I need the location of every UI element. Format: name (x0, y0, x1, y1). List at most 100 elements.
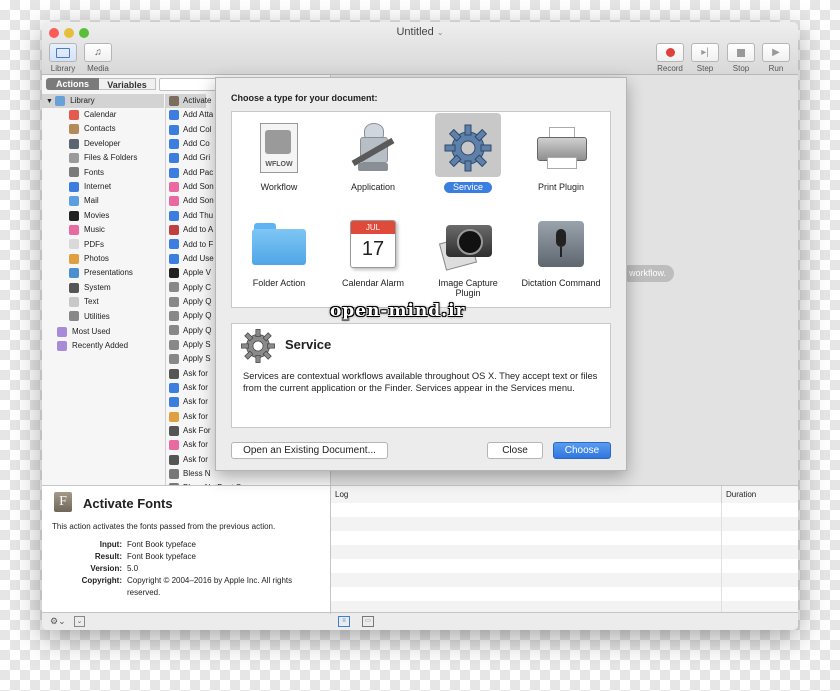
log-pane (331, 503, 798, 615)
log-column-header[interactable]: Log (335, 490, 348, 499)
action-icon (169, 268, 179, 279)
category-icon (69, 268, 79, 279)
copyright-value: Copyright © 2004–2016 by Apple Inc. All … (127, 576, 293, 597)
sidebar-item-label: Recently Added (72, 341, 129, 351)
sidebar-item-label: Utilities (84, 311, 110, 321)
category-icon (69, 210, 79, 221)
sidebar-item-presentations[interactable]: Presentations (69, 266, 133, 280)
action-label: Apply S (183, 339, 211, 349)
category-icon (69, 297, 79, 308)
sidebar-item-text[interactable]: Text (69, 295, 99, 309)
library-folder-icon (55, 95, 66, 106)
action-label: Ask For (183, 426, 211, 436)
action-label: Add Use (183, 253, 214, 263)
sidebar-item-developer[interactable]: Developer (69, 137, 120, 151)
sidebar-item-calendar[interactable]: Calendar (69, 108, 116, 122)
sidebar-item-label: Photos (84, 254, 109, 263)
action-icon (169, 382, 179, 393)
calendar-day: 17 (361, 238, 385, 260)
sidebar-item-contacts[interactable]: Contacts (69, 122, 116, 136)
run-button[interactable]: ▶ Run (761, 43, 791, 73)
choose-button[interactable]: Choose (553, 442, 611, 459)
sidebar-item-fonts[interactable]: Fonts (69, 166, 104, 180)
sidebar-item-internet[interactable]: Internet (69, 180, 111, 194)
input-label: Input: (99, 540, 122, 549)
sidebar-item-label: Developer (84, 138, 121, 148)
step-button[interactable]: ▸| Step (690, 43, 720, 73)
column-divider[interactable] (165, 94, 166, 485)
library-root[interactable]: ▼ Library (46, 94, 95, 108)
duration-column-header[interactable]: Duration (726, 490, 756, 499)
input-value: Font Book typeface (127, 540, 196, 549)
disclosure-triangle-icon[interactable]: ▼ (46, 98, 53, 105)
type-label: Dictation Command (521, 278, 601, 288)
action-label: Add Atta (183, 110, 214, 120)
type-print-plugin[interactable]: Print Plugin (518, 120, 604, 192)
type-application[interactable]: Application (330, 120, 416, 192)
library-button[interactable]: Library (49, 43, 77, 73)
sidebar-item-utilities[interactable]: Utilities (69, 310, 110, 324)
action-icon (169, 425, 179, 436)
sidebar-item-mail[interactable]: Mail (69, 194, 99, 208)
library-icon (49, 43, 77, 62)
library-bottom-bar: ⚙⌄ ⌄ (42, 612, 330, 630)
action-icon (169, 153, 179, 164)
search-input[interactable] (159, 78, 221, 91)
sidebar-item-recently-added[interactable]: Recently Added (57, 339, 128, 353)
sidebar-item-movies[interactable]: Movies (69, 209, 109, 223)
action-icon (169, 239, 179, 250)
gear-menu-icon[interactable]: ⚙⌄ (50, 616, 66, 627)
sidebar-item-files-folders[interactable]: Files & Folders (69, 151, 137, 165)
calendar-icon: JUL 17 (345, 216, 401, 272)
type-label: Image Capture Plugin (438, 278, 498, 298)
action-label: Add Son (183, 182, 214, 192)
media-label: Media (87, 64, 109, 73)
action-icon (169, 124, 179, 135)
log-row (331, 573, 798, 587)
close-button[interactable]: Close (487, 442, 543, 459)
action-icon (169, 454, 179, 465)
tab-variables[interactable]: Variables (99, 78, 156, 90)
type-image-capture-plugin[interactable]: Image Capture Plugin (425, 216, 511, 298)
type-dictation-command[interactable]: Dictation Command (518, 216, 604, 288)
toggle-description-icon[interactable]: ⌄ (74, 616, 85, 627)
log-row (331, 517, 798, 531)
list-view-icon[interactable]: ≡ (338, 616, 350, 627)
media-button[interactable]: ♫ Media (84, 43, 112, 73)
type-calendar-alarm[interactable]: JUL 17 Calendar Alarm (330, 216, 416, 288)
sidebar-item-label: Most Used (72, 327, 111, 336)
tab-actions[interactable]: Actions (46, 78, 99, 90)
sidebar-item-pdfs[interactable]: PDFs (69, 238, 104, 252)
type-folder-action[interactable]: Folder Action (236, 216, 322, 288)
watermark: open-mind.ir (330, 301, 466, 321)
type-workflow[interactable]: WFLOW Workflow (236, 120, 322, 192)
action-label: Ask for (183, 368, 208, 378)
category-icon (69, 196, 79, 207)
stop-label: Stop (732, 64, 750, 73)
sidebar-item-most-used[interactable]: Most Used (57, 325, 110, 339)
action-label: Apply Q (183, 296, 212, 306)
library-root-label: Library (70, 96, 95, 105)
category-icon (69, 109, 79, 120)
type-service[interactable]: Service (425, 112, 511, 193)
action-label: Bless N (183, 469, 211, 479)
record-button[interactable]: Record (654, 43, 686, 73)
calendar-month: JUL (351, 221, 395, 234)
category-icon (69, 124, 79, 135)
action-icon (169, 354, 179, 365)
type-label: Workflow (260, 182, 298, 192)
sidebar-item-label: Music (84, 225, 105, 235)
stop-button[interactable]: Stop (726, 43, 756, 73)
action-summary: This action activates the fonts passed f… (52, 522, 276, 531)
run-label: Run (768, 64, 784, 73)
sidebar-item-music[interactable]: Music (69, 223, 105, 237)
open-existing-document-button[interactable]: Open an Existing Document... (231, 442, 388, 459)
sidebar-item-label: Presentations (84, 268, 133, 278)
action-icon (169, 397, 179, 408)
action-icon (169, 325, 179, 336)
sidebar-item-system[interactable]: System (69, 281, 111, 295)
service-description-box: Service Services are contextual workflow… (231, 323, 611, 428)
log-view-icon[interactable]: ▭ (362, 616, 374, 627)
category-icon (69, 225, 79, 236)
sidebar-item-photos[interactable]: Photos (69, 252, 109, 266)
